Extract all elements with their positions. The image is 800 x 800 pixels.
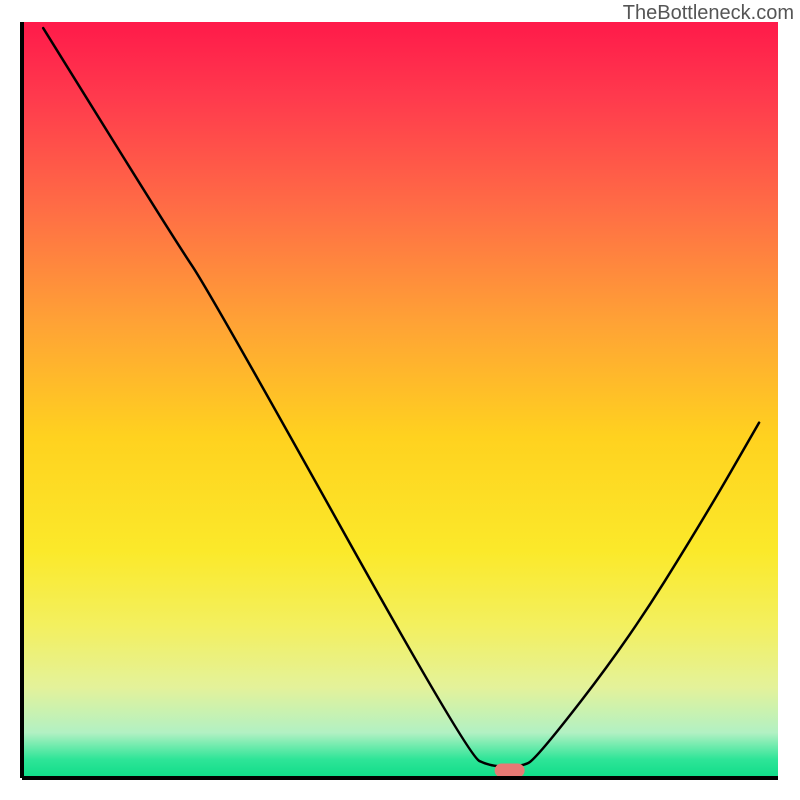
bottleneck-chart: TheBottleneck.com <box>0 0 800 800</box>
optimal-marker <box>495 763 525 777</box>
chart-canvas <box>0 0 800 800</box>
watermark-text: TheBottleneck.com <box>623 2 794 25</box>
